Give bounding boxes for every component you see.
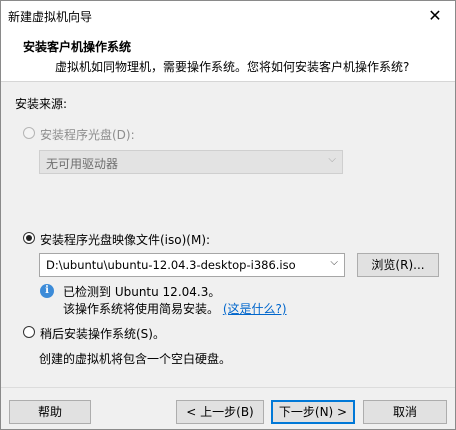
radio-install-later[interactable]	[23, 326, 35, 338]
back-button[interactable]: < 上一步(B)	[176, 400, 264, 424]
chevron-down-icon: ⌵	[328, 154, 336, 165]
blank-disk-note: 创建的虚拟机将包含一个空白硬盘。	[39, 352, 232, 366]
help-button[interactable]: 帮助	[9, 400, 91, 424]
browse-button[interactable]: 浏览(R)...	[357, 253, 439, 277]
page-subtitle: 虚拟机如同物理机，需要操作系统。您将如何安装客户机操作系统?	[55, 60, 410, 74]
cancel-button[interactable]: 取消	[363, 400, 447, 424]
easy-install-text: 该操作系统将使用简易安装。 (这是什么?)	[63, 300, 287, 317]
install-later-label: 稍后安装操作系统(S)。	[40, 327, 165, 341]
iso-path-combobox[interactable]: D:\ubuntu\ubuntu-12.04.3-desktop-i386.is…	[39, 253, 345, 277]
easy-install-desc: 该操作系统将使用简易安装。	[63, 302, 220, 316]
window-title: 新建虚拟机向导	[8, 10, 93, 24]
next-button[interactable]: 下一步(N) >	[271, 400, 355, 424]
radio-iso-image[interactable]	[23, 232, 35, 244]
page-title: 安装客户机操作系统	[23, 40, 132, 54]
chevron-down-icon[interactable]: ⌵	[330, 257, 338, 268]
iso-path-value: D:\ubuntu\ubuntu-12.04.3-desktop-i386.is…	[46, 258, 296, 272]
detected-os-text: 已检测到 Ubuntu 12.04.3。	[63, 285, 221, 299]
installer-disc-label: 安装程序光盘(D):	[40, 128, 135, 142]
footer-divider	[1, 387, 455, 388]
disc-drive-value: 无可用驱动器	[46, 157, 119, 171]
radio-installer-disc[interactable]	[23, 127, 35, 139]
wizard-header: 安装客户机操作系统 虚拟机如同物理机，需要操作系统。您将如何安装客户机操作系统?	[1, 30, 455, 82]
title-bar: 新建虚拟机向导 ✕	[1, 1, 455, 30]
new-vm-wizard-window: 新建虚拟机向导 ✕ 安装客户机操作系统 虚拟机如同物理机，需要操作系统。您将如何…	[0, 0, 456, 430]
install-source-label: 安装来源:	[15, 97, 68, 111]
disc-drive-select[interactable]: 无可用驱动器 ⌵	[39, 150, 343, 174]
iso-image-label: 安装程序光盘映像文件(iso)(M):	[40, 233, 211, 247]
whats-this-link[interactable]: (这是什么?)	[223, 302, 287, 316]
close-icon[interactable]: ✕	[415, 1, 455, 30]
info-icon: i	[40, 284, 54, 298]
